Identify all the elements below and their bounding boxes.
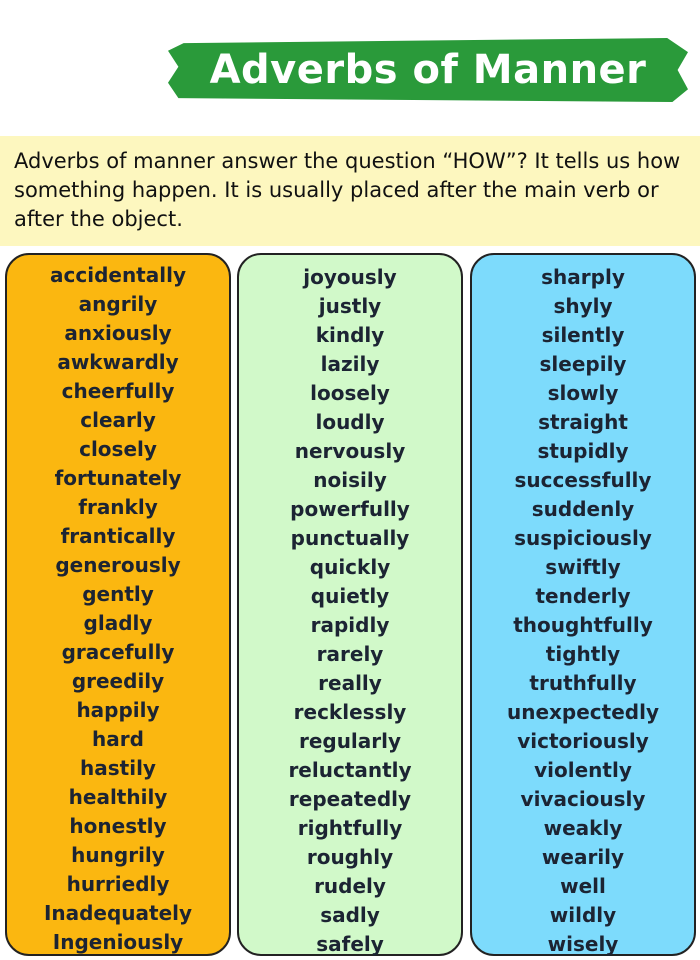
adverb-item: shyly [553, 294, 613, 318]
adverb-item: hastily [80, 756, 156, 780]
word-column-2: joyously justly kindly lazily loosely loudly n… [237, 253, 463, 956]
adverb-item: Ingeniously [52, 930, 184, 954]
adverb-item: loosely [310, 381, 390, 405]
adverb-item: truthfully [529, 671, 637, 695]
adverb-item: slowly [547, 381, 619, 405]
adverb-item: quietly [310, 584, 390, 608]
adverb-item: regularly [298, 729, 402, 753]
adverb-item: reluctantly [288, 758, 412, 782]
adverb-item: rarely [316, 642, 384, 666]
adverb-item: victoriously [517, 729, 649, 753]
adverb-item: greedily [71, 669, 165, 693]
adverb-item: safely [316, 932, 384, 956]
adverb-item: happily [76, 698, 160, 722]
adverb-item: powerfully [290, 497, 410, 521]
adverb-item: recklessly [293, 700, 407, 724]
adverb-item: justly [318, 294, 382, 318]
word-list-2: joyously justly kindly lazily loosely loudly n… [239, 263, 461, 959]
adverb-item: punctually [290, 526, 410, 550]
adverb-item: stupidly [537, 439, 629, 463]
adverb-item: gladly [83, 611, 153, 635]
adverb-item: violently [534, 758, 632, 782]
page-title: Adverbs of Manner [209, 47, 647, 93]
adverb-item: rudely [314, 874, 386, 898]
adverb-item: honestly [69, 814, 167, 838]
adverb-item: healthily [68, 785, 168, 809]
adverb-item: nervously [294, 439, 406, 463]
adverb-item: anxiously [64, 321, 172, 345]
adverb-item: kindly [315, 323, 385, 347]
adverb-item: wildly [549, 903, 617, 927]
adverb-item: sharply [541, 265, 625, 289]
adverb-item: suspiciously [514, 526, 652, 550]
adverb-item: rightfully [297, 816, 403, 840]
adverb-item: closely [79, 437, 157, 461]
adverb-item: hard [92, 727, 144, 751]
adverb-item: angrily [78, 292, 158, 316]
adverb-item: silently [541, 323, 625, 347]
intro-text: Adverbs of manner answer the question “H… [0, 136, 700, 246]
adverb-item: wearily [541, 845, 625, 869]
adverb-item: vivaciously [520, 787, 646, 811]
adverb-item: repeatedly [288, 787, 412, 811]
adverb-item: joyously [303, 265, 397, 289]
adverb-item: lazily [320, 352, 380, 376]
adverb-item: fortunately [54, 466, 182, 490]
adverb-item: swiftly [545, 555, 621, 579]
adverb-item: weakly [543, 816, 623, 840]
adverb-item: gracefully [61, 640, 175, 664]
adverb-item: successfully [514, 468, 652, 492]
adverb-item: hurriedly [66, 872, 170, 896]
adverb-item: sadly [320, 903, 380, 927]
adverb-item: unexpectedly [506, 700, 659, 724]
adverb-item: clearly [80, 408, 156, 432]
adverb-item: frankly [78, 495, 158, 519]
adverb-item: accidentally [50, 263, 186, 287]
adverb-item: sleepily [539, 352, 627, 376]
adverb-item: hungrily [71, 843, 165, 867]
adverb-item: really [318, 671, 382, 695]
adverb-item: rapidly [310, 613, 390, 637]
adverb-item: wisely [547, 932, 619, 956]
word-column-1: accidentally angrily anxiously awkwardly che… [5, 253, 231, 956]
word-column-3: sharply shyly silently sleepily slowly straig… [470, 253, 696, 956]
intro-term: Adverbs of manner [14, 149, 215, 173]
adverb-item: suddenly [531, 497, 635, 521]
adverb-item: thoughtfully [513, 613, 653, 637]
adverb-item: Inadequately [43, 901, 193, 925]
adverb-item: tightly [545, 642, 621, 666]
adverb-item: loudly [315, 410, 385, 434]
adverb-item: roughly [306, 845, 394, 869]
adverb-item: cheerfully [61, 379, 175, 403]
adverb-item: generously [55, 553, 181, 577]
adverb-item: awkwardly [57, 350, 179, 374]
adverb-item: frantically [60, 524, 176, 548]
adverb-item: gently [82, 582, 154, 606]
adverb-item: well [560, 874, 606, 898]
adverb-item: noisily [313, 468, 387, 492]
adverb-item: straight [538, 410, 628, 434]
word-list-3: sharply shyly silently sleepily slowly straig… [472, 263, 694, 959]
adverb-item: tenderly [535, 584, 631, 608]
word-list-1: accidentally angrily anxiously awkwardly che… [7, 261, 229, 957]
adverb-item: quickly [309, 555, 391, 579]
